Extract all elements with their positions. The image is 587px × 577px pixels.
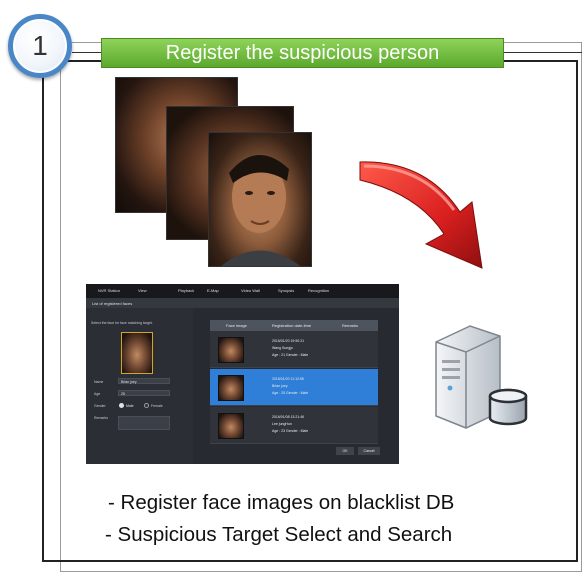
row-name: Brian joey bbox=[272, 384, 288, 388]
tab-emap[interactable]: E-Map bbox=[207, 288, 219, 293]
list-title: List of registered faces bbox=[92, 301, 133, 306]
cancel-button[interactable]: Cancel bbox=[358, 447, 380, 455]
tab-synopsis[interactable]: Synopsis bbox=[278, 288, 294, 293]
remarks-input[interactable] bbox=[118, 416, 170, 430]
tab-nvr-station[interactable]: NVR Station bbox=[98, 288, 120, 293]
face-photo-3 bbox=[208, 132, 312, 267]
database-server-icon bbox=[435, 325, 528, 429]
gender-male-radio[interactable] bbox=[119, 403, 124, 408]
gender-female-radio[interactable] bbox=[144, 403, 149, 408]
table-row[interactable]: 2016/01/08 13:21:46 Lee jungHun Age : 23… bbox=[210, 407, 378, 444]
gender-male-label: Male bbox=[126, 404, 134, 408]
instruction-text: Select the face for face matching target… bbox=[91, 321, 153, 325]
row-date: 2016/01/20 19:50:21 bbox=[272, 339, 305, 343]
col-face-image: Face image bbox=[226, 323, 247, 328]
row-face-image bbox=[218, 337, 244, 363]
age-value: 25 bbox=[121, 391, 125, 396]
row-face-image bbox=[218, 413, 244, 439]
tab-playback[interactable]: Playback bbox=[178, 288, 194, 293]
tab-video-wall[interactable]: Video Wall bbox=[241, 288, 260, 293]
face-photo-3-detail bbox=[221, 154, 301, 266]
step-number-badge: 1 bbox=[8, 14, 72, 78]
ok-button[interactable]: OK bbox=[336, 447, 354, 455]
app-menu-bar: NVR Station View Playback E-Map Video Wa… bbox=[86, 284, 399, 298]
table-row-selected[interactable]: 2016/01/20 11:12:55 Brian joey Age : 25 … bbox=[210, 369, 378, 406]
age-label: Age bbox=[94, 392, 101, 396]
step-number: 1 bbox=[32, 30, 48, 61]
caption-line-1: - Register face images on blacklist DB bbox=[108, 491, 455, 514]
name-value: Brian joey bbox=[121, 379, 137, 384]
gender-label: Gender bbox=[94, 404, 106, 408]
row-name: Lee jungHun bbox=[272, 422, 292, 426]
banner-connector-right bbox=[504, 52, 582, 53]
gender-female-label: Female bbox=[151, 404, 163, 408]
col-registration-date: Registration date-time bbox=[272, 323, 312, 328]
name-input[interactable]: Brian joey bbox=[118, 378, 170, 384]
banner-connector-left bbox=[72, 52, 101, 53]
remarks-label: Remarks bbox=[94, 416, 109, 420]
row-date: 2016/01/20 11:12:55 bbox=[272, 377, 304, 381]
row-name: Wang Sungjo bbox=[272, 346, 293, 350]
row-info: Age : 21 Gender : Male bbox=[272, 353, 309, 357]
face-registration-window: NVR Station View Playback E-Map Video Wa… bbox=[86, 284, 399, 464]
caption-line-2: - Suspicious Target Select and Search bbox=[105, 523, 453, 546]
col-remarks: Remarks bbox=[342, 323, 359, 328]
row-info: Age : 23 Gender : Male bbox=[272, 429, 309, 433]
row-info: Age : 25 Gender : Male bbox=[272, 391, 309, 395]
table-row[interactable]: 2016/01/20 19:50:21 Wang Sungjo Age : 21… bbox=[210, 331, 378, 368]
tab-recognition[interactable]: Recognition bbox=[308, 288, 329, 293]
app-subtitle-bar: List of registered faces bbox=[86, 298, 399, 308]
selected-face-thumbnail[interactable] bbox=[121, 332, 153, 374]
register-panel: Select the face for face matching target… bbox=[86, 308, 193, 464]
tab-view[interactable]: View bbox=[138, 288, 147, 293]
row-face-image bbox=[218, 375, 244, 401]
age-input[interactable]: 25 bbox=[118, 390, 170, 396]
name-label: Name bbox=[94, 380, 104, 384]
table-header: Face image Registration date-time Remark… bbox=[210, 320, 378, 331]
step-title: Register the suspicious person bbox=[101, 38, 504, 68]
red-arrow-icon bbox=[359, 161, 483, 269]
row-date: 2016/01/08 13:21:46 bbox=[272, 415, 305, 419]
